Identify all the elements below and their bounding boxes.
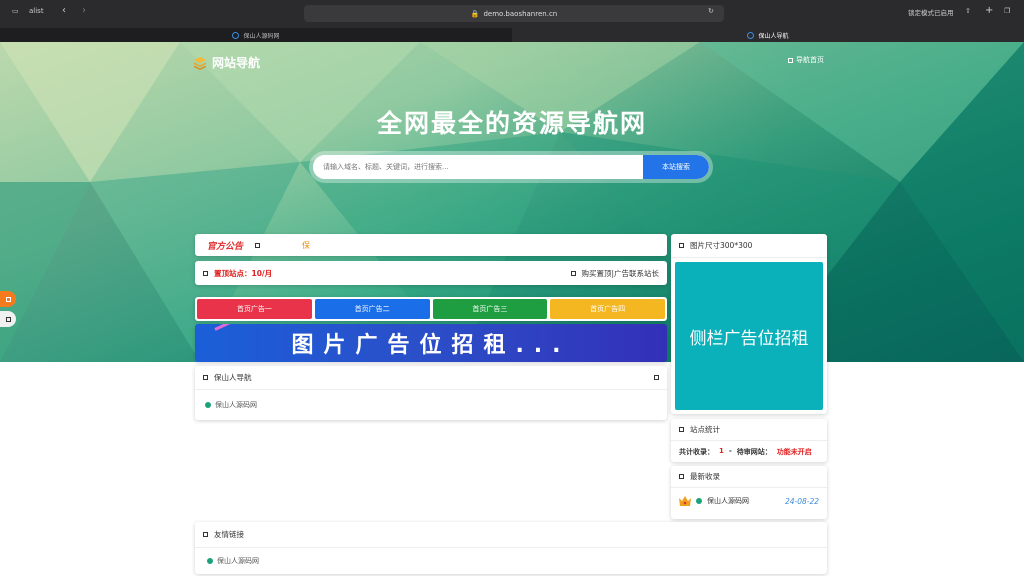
profile-selector[interactable]: alist [29,7,44,15]
friend-links-header: 友情链接 [195,522,827,548]
stats-row: 共计收录： 1 - 待审网站： 功能未开启 [671,441,827,463]
total-label: 共计收录： [679,448,714,456]
tab-favicon-icon [747,31,755,39]
logo-text: 网站导航 [212,56,261,70]
nav-section-title: 保山人导航 [214,373,252,382]
ad-button-3[interactable]: 首页广告三 [432,299,548,319]
notice-marquee: 保 [302,240,311,250]
side-ad-image[interactable]: 侧栏广告位招租 [675,262,823,410]
tab-navigation[interactable]: 保山人导航 [512,28,1024,42]
url-text: demo.baoshanren.cn [483,9,558,18]
search-box: 本站搜索 [313,155,709,179]
latest-header: 最新收录 [671,466,827,488]
float-button-gray[interactable] [0,311,16,327]
float-icon [5,296,11,302]
section-icon [203,375,208,380]
friend-link-label: 保山人源码网 [217,557,259,565]
new-tab-icon[interactable]: + [985,5,993,16]
tab-label: 保山人源码网 [243,32,280,40]
ad-button-2[interactable]: 首页广告二 [314,299,430,319]
tab-source-site[interactable]: 保山人源码网 [0,28,512,42]
lock-mode-label: 锁定模式已启用 [908,9,954,17]
friend-link[interactable]: 保山人源码网 [195,548,827,574]
share-icon[interactable]: ⇧ [965,7,971,15]
side-ad-text: 侧栏广告位招租 [689,328,809,349]
buy-top-link[interactable]: 购买置顶|广告联系站长 [571,268,659,279]
link-icon [203,532,208,537]
site-link-label: 保山人源码网 [215,401,257,409]
latest-title: 最新收录 [690,472,720,481]
site-favicon-icon [205,402,211,408]
crown-icon [679,496,691,506]
notice-icon [255,242,261,248]
nav-home-link[interactable]: 导航首页 [788,55,824,65]
banner-ad[interactable]: 图片广告位招租... [195,324,667,362]
forward-icon[interactable]: › [82,5,86,16]
search-button[interactable]: 本站搜索 [643,155,709,179]
search-input[interactable] [313,155,643,179]
nav-home-label: 导航首页 [796,56,824,64]
side-ad-title: 图片尺寸300*300 [690,241,753,250]
side-ad-header: 图片尺寸300*300 [671,234,827,258]
hero-title: 全网最全的资源导航网 [376,109,647,138]
stats-header: 站点统计 [671,419,827,441]
total-value: 1 [719,447,724,455]
browser-toolbar: ▭ alist ‹ › 🔒 demo.baoshanren.cn ↻ 锁定模式已… [0,0,1024,28]
friend-links-title: 友情链接 [214,530,244,539]
address-bar[interactable]: 🔒 demo.baoshanren.cn [304,5,724,22]
latest-icon [679,474,684,479]
latest-item-label: 保山人源码网 [707,497,749,505]
tab-overview-icon[interactable]: ❐ [1004,7,1010,15]
home-icon [788,57,793,63]
buy-top-label: 购买置顶|广告联系站长 [581,268,659,278]
notice-label: 官方公告 [207,241,244,252]
site-logo[interactable]: 网站导航 [193,54,260,71]
image-icon [679,243,684,248]
friend-links-card: 友情链接 保山人源码网 [195,522,827,574]
pending-value: 功能未开启 [776,448,812,456]
ad-button-4[interactable]: 首页广告四 [550,299,665,319]
search-container: 本站搜索 [309,151,713,183]
pin-icon [203,270,208,276]
side-ad-card: 图片尺寸300*300 侧栏广告位招租 [671,234,827,414]
tab-favicon-icon [232,31,240,39]
sidebar-toggle-icon[interactable]: ▭ [12,7,19,15]
lock-icon: 🔒 [470,9,480,18]
banner-streak [214,324,261,331]
latest-item[interactable]: 保山人源码网 24-08-22 [671,488,827,514]
cart-icon [571,270,577,276]
float-button-orange[interactable] [0,291,16,307]
nav-section: 保山人导航 保山人源码网 [195,366,667,420]
top-sites-bar: 置顶站点： 10/月 购买置顶|广告联系站长 [195,261,667,285]
top-sites-label: 置顶站点： [214,268,252,278]
ad-button-1[interactable]: 首页广告一 [197,299,312,319]
latest-item-date: 24-08-22 [784,496,819,506]
stats-title: 站点统计 [690,425,720,434]
nav-site-link[interactable]: 保山人源码网 [195,390,667,420]
nav-section-header: 保山人导航 [195,366,667,390]
ad-button-row: 首页广告一 首页广告二 首页广告三 首页广告四 [195,297,667,321]
banner-text: 图片广告位招租... [291,333,571,358]
site-favicon-icon [696,498,702,504]
stats-card: 站点统计 共计收录： 1 - 待审网站： 功能未开启 [671,419,827,462]
notice-bar: 官方公告 保 [195,234,667,256]
latest-card: 最新收录 保山人源码网 24-08-22 [671,466,827,519]
reload-icon[interactable]: ↻ [708,7,714,15]
site-favicon-icon [207,558,213,564]
top-sites-value: 10/月 [251,268,273,278]
tab-strip: 保山人源码网 保山人导航 [0,28,1024,42]
stats-separator: - [728,447,732,455]
stats-icon [679,427,684,432]
pending-label: 待审网站： [736,448,772,456]
layers-icon [194,56,206,70]
back-icon[interactable]: ‹ [62,5,66,16]
more-icon[interactable] [654,375,659,380]
tab-label: 保山人导航 [758,32,789,40]
float-icon [5,316,11,322]
